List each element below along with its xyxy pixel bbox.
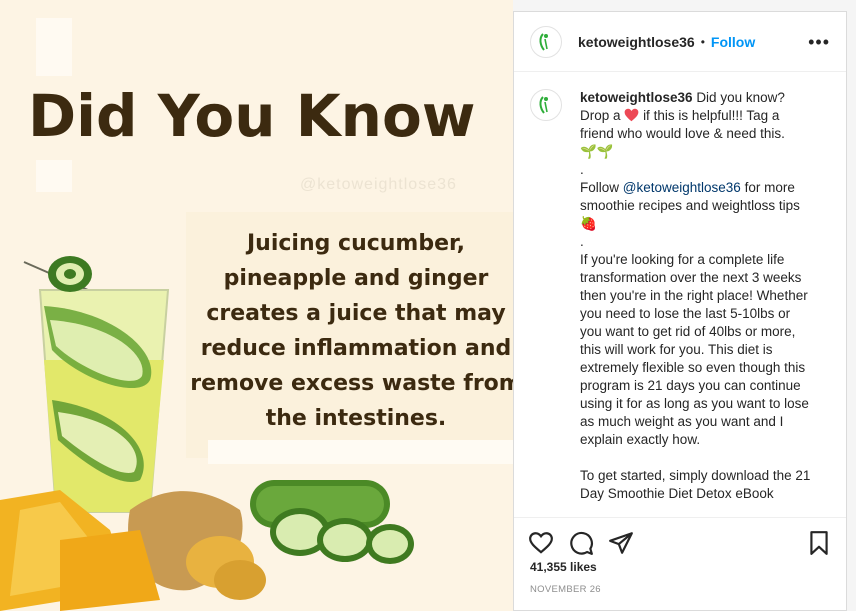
post-image[interactable]: Did You Know @ketoweightlose36 Juicing c… (0, 0, 513, 611)
more-options-icon[interactable]: ••• (808, 33, 830, 51)
post-caption: ketoweightlose36 Did you know? Drop a if… (580, 89, 812, 508)
fact-strip (208, 440, 513, 464)
post-username[interactable]: ketoweightlose36 (578, 34, 695, 50)
caption-text: Follow (580, 180, 620, 195)
separator-dot: • (700, 34, 705, 49)
caption-dot: . (580, 162, 584, 177)
post-date[interactable]: NOVEMBER 26 (530, 584, 601, 595)
avatar[interactable] (530, 25, 562, 58)
caption-area[interactable]: ketoweightlose36 Did you know? Drop a if… (514, 72, 846, 508)
mention-link[interactable]: @ketoweightlose36 (623, 180, 741, 195)
post-panel: ketoweightlose36 • Follow ••• ketoweight… (513, 11, 847, 611)
caption-paragraph: To get started, simply download the 21 D… (580, 468, 811, 501)
likes-count[interactable]: 41,355 likes (530, 560, 597, 574)
image-blank-patch (36, 18, 72, 76)
save-icon[interactable] (806, 530, 832, 556)
comment-icon[interactable] (568, 530, 594, 556)
caption-text: Drop a (580, 108, 621, 123)
image-watermark: @ketoweightlose36 (300, 176, 457, 193)
post-header: ketoweightlose36 • Follow ••• (514, 12, 846, 72)
produce-illustration (0, 480, 414, 611)
image-headline: Did You Know (28, 82, 476, 150)
caption-dot: . (580, 234, 584, 249)
brand-logo-icon (539, 96, 548, 114)
brand-logo-icon (539, 32, 548, 51)
heart-emoji-icon (624, 108, 639, 122)
follow-button[interactable]: Follow (711, 34, 755, 50)
share-icon[interactable] (608, 530, 634, 556)
like-icon[interactable] (528, 530, 554, 556)
fact-text: Juicing cucumber, pineapple and ginger c… (190, 231, 513, 431)
caption-lead: Did you know? (696, 90, 785, 105)
caption-avatar[interactable] (530, 89, 562, 121)
image-blank-patch (36, 160, 72, 192)
strawberry-emoji-icon: 🍓 (580, 216, 597, 231)
caption-paragraph: If you're looking for a complete life tr… (580, 252, 809, 447)
sprout-emoji-icon: 🌱🌱 (580, 144, 614, 159)
caption-username[interactable]: ketoweightlose36 (580, 90, 693, 105)
